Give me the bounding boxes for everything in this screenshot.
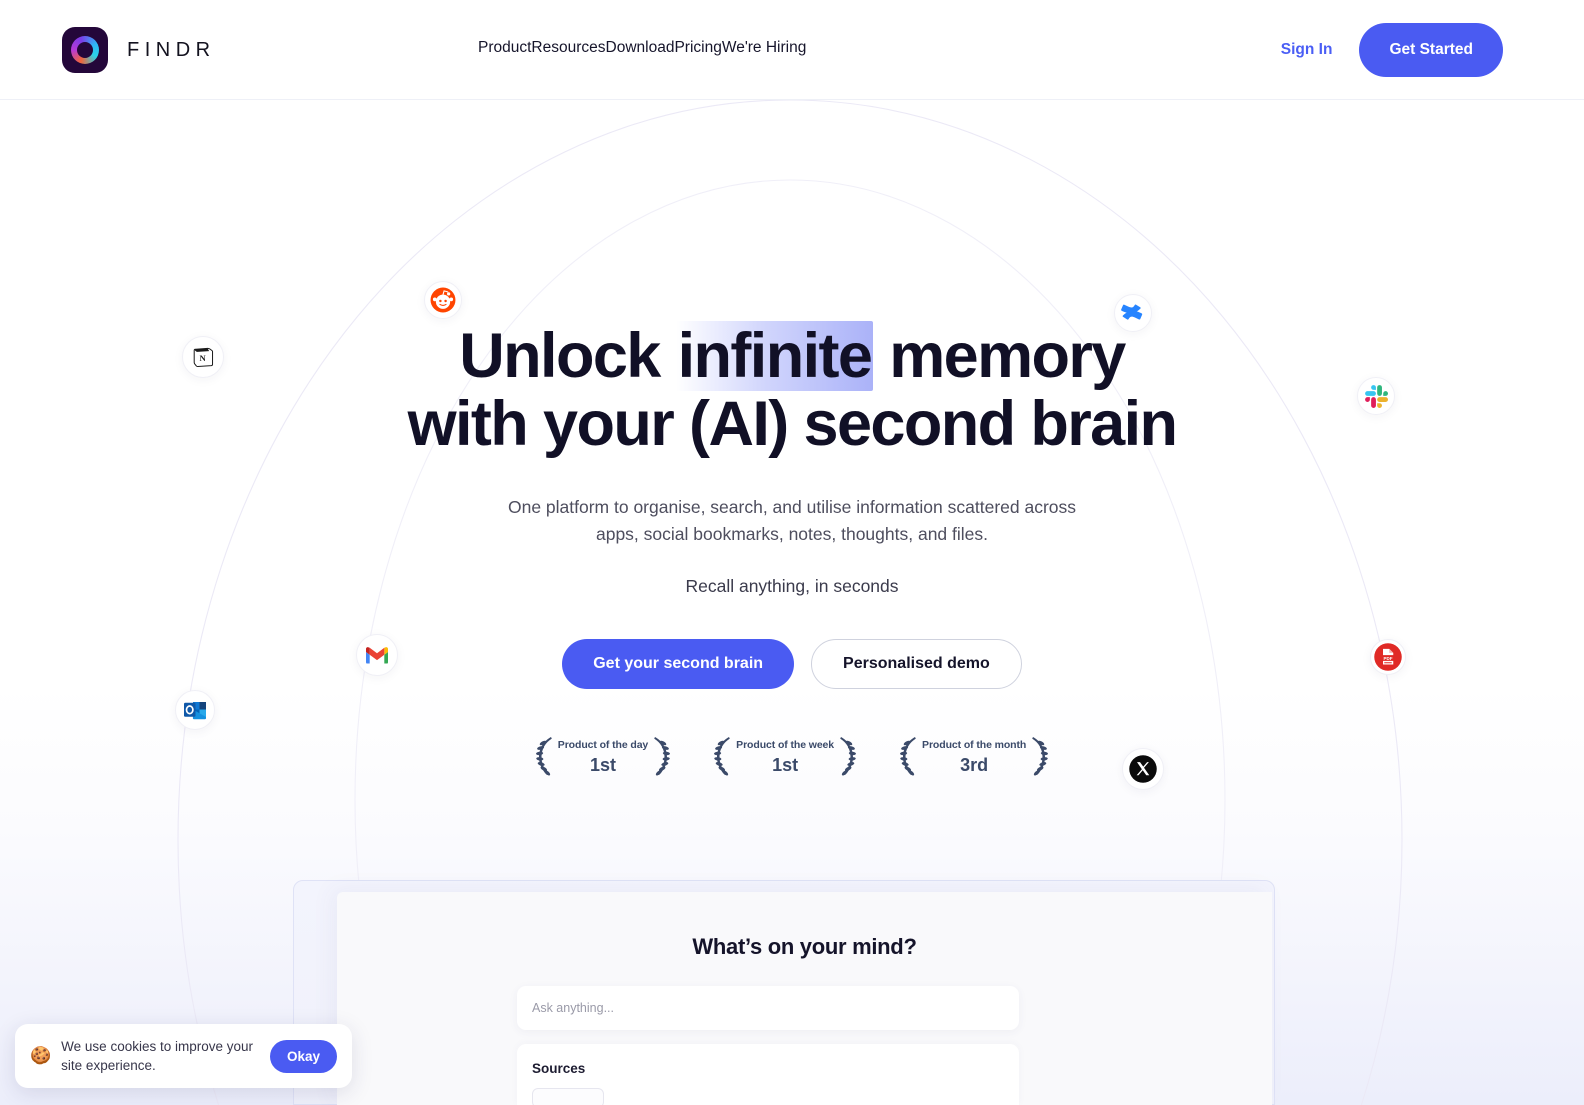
hero-title-part2: memory: [873, 321, 1126, 391]
get-second-brain-button[interactable]: Get your second brain: [562, 639, 795, 689]
get-started-button[interactable]: Get Started: [1359, 23, 1503, 77]
svg-text:PDF: PDF: [1384, 656, 1393, 661]
nav-item-product[interactable]: Product: [478, 39, 531, 57]
badge-month-title: Product of the month: [922, 739, 1027, 752]
reddit-glyph-icon: [430, 287, 456, 313]
reddit-icon[interactable]: [424, 281, 462, 319]
gmail-glyph-icon: [366, 646, 388, 663]
hero-subtitle: One platform to organise, search, and ut…: [0, 494, 1584, 548]
source-chip[interactable]: [532, 1088, 604, 1105]
cookie-icon: 🍪: [30, 1046, 52, 1065]
sources-panel: Sources: [517, 1044, 1019, 1105]
sign-in-link[interactable]: Sign In: [1281, 41, 1333, 59]
pdf-glyph-icon: PDF: [1374, 643, 1402, 671]
ask-input-placeholder: Ask anything...: [532, 1001, 614, 1015]
site-header: FINDR Product Resources Download Pricing…: [0, 0, 1584, 100]
badge-week-title: Product of the week: [736, 739, 835, 752]
slack-icon[interactable]: [1357, 377, 1395, 415]
brand-name: FINDR: [127, 38, 216, 61]
outlook-glyph-icon: [184, 702, 206, 720]
svg-text:N: N: [200, 353, 207, 363]
badge-month-rank: 3rd: [960, 754, 989, 775]
gmail-icon[interactable]: [356, 634, 398, 676]
personalised-demo-button[interactable]: Personalised demo: [811, 639, 1022, 689]
nav-item-download[interactable]: Download: [606, 39, 675, 57]
hero-cta-row: Get your second brain Personalised demo: [0, 639, 1584, 689]
ask-input[interactable]: Ask anything...: [517, 986, 1019, 1030]
hero-title-part1: Unlock: [459, 321, 676, 391]
x-glyph-icon: [1129, 755, 1157, 783]
laurel-left-icon: [714, 737, 730, 776]
award-badges: Product of the day 1st Product of the we…: [0, 735, 1584, 779]
notion-icon[interactable]: N: [182, 336, 224, 378]
badge-product-of-the-month: Product of the month 3rd: [895, 735, 1053, 779]
hero-section: Unlock infinite memory with your (AI) se…: [0, 100, 1584, 779]
badge-product-of-the-week: Product of the week 1st: [709, 735, 861, 779]
hero-title-line2: with your (AI) second brain: [407, 389, 1178, 459]
hero-title-highlight: infinite: [675, 321, 874, 391]
hero-subtitle-line1: One platform to organise, search, and ut…: [507, 497, 1077, 517]
hero-tagline: Recall anything, in seconds: [685, 576, 899, 596]
findr-logo-icon: [62, 27, 108, 73]
laurel-right-icon: [1032, 737, 1049, 776]
outlook-icon[interactable]: [175, 690, 215, 730]
cookie-message: We use cookies to improve your site expe…: [61, 1039, 254, 1073]
header-actions: Sign In Get Started: [1281, 23, 1503, 77]
cookie-consent-banner: 🍪 We use cookies to improve your site ex…: [15, 1024, 352, 1088]
brand-logo[interactable]: FINDR: [62, 27, 216, 73]
badge-week-text: Product of the week 1st: [736, 740, 834, 774]
nav-item-resources[interactable]: Resources: [531, 39, 605, 57]
nav-item-were-hiring[interactable]: We're Hiring: [722, 39, 807, 57]
nav-item-pricing[interactable]: Pricing: [674, 39, 721, 57]
showcase-title: What’s on your mind?: [692, 934, 917, 959]
badge-month-text: Product of the month 3rd: [922, 740, 1026, 774]
laurel-left-icon: [535, 737, 552, 776]
badge-product-of-the-day: Product of the day 1st: [531, 735, 675, 779]
pdf-icon[interactable]: PDF: [1370, 639, 1406, 675]
badge-day-title: Product of the day: [557, 739, 649, 752]
showcase-card: What’s on your mind? Ask anything... Sou…: [337, 892, 1272, 1105]
x-twitter-icon[interactable]: [1122, 748, 1164, 790]
badge-day-rank: 1st: [589, 754, 616, 775]
laurel-left-icon: [900, 737, 916, 776]
landing-page: FINDR Product Resources Download Pricing…: [0, 0, 1584, 1105]
hero-subtitle-line2: apps, social bookmarks, notes, thoughts,…: [595, 524, 989, 544]
badge-day-text: Product of the day 1st: [558, 740, 648, 774]
laurel-right-icon: [654, 737, 671, 776]
notion-glyph-icon: N: [193, 347, 214, 368]
badge-week-rank: 1st: [772, 754, 799, 775]
laurel-right-icon: [840, 737, 857, 776]
cookie-okay-button[interactable]: Okay: [269, 1039, 337, 1073]
confluence-glyph-icon: [1121, 304, 1143, 320]
page-title: Unlock infinite memory with your (AI) se…: [0, 321, 1584, 459]
sources-label: Sources: [532, 1061, 586, 1076]
slack-glyph-icon: [1364, 384, 1388, 408]
confluence-icon[interactable]: [1114, 294, 1152, 332]
main-nav: Product Resources Download Pricing We're…: [478, 39, 806, 57]
